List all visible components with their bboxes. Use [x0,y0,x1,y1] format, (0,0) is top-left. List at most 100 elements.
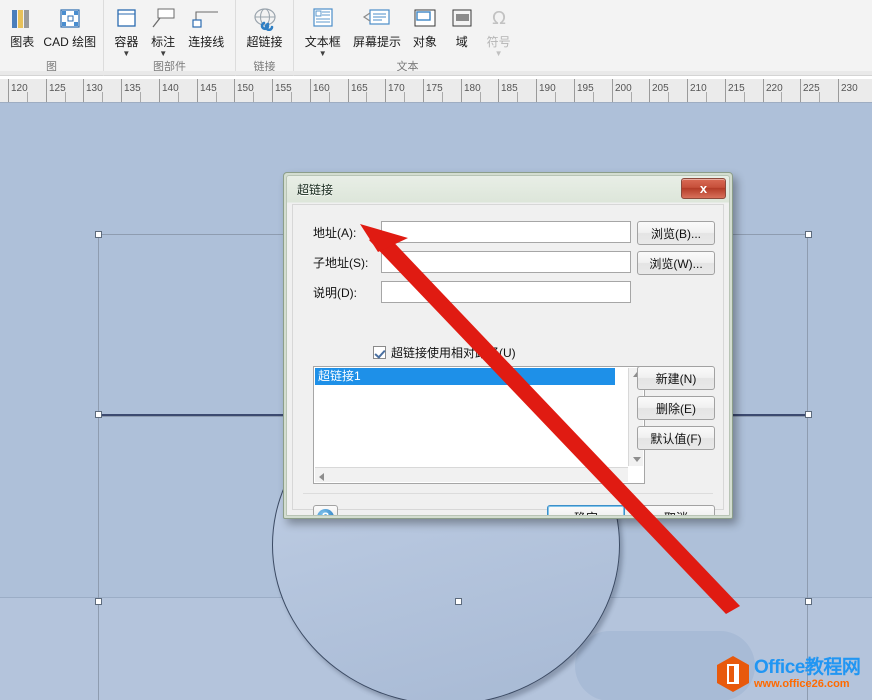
ruler-tick-minor [442,92,443,103]
ruler-tick-label: 140 [162,83,179,94]
ruler-tick-major [574,79,575,103]
hyperlink-dialog-frame: 超链接 x 地址(A): 子地址(S): 说明(D): [286,175,730,516]
dialog-body: 地址(A): 子地址(S): 说明(D): 浏览(B)... 浏览(W)... [292,204,724,510]
new-button[interactable]: 新建(N) [637,366,715,390]
selection-handle-w[interactable] [95,411,102,418]
ruler-tick-major [838,79,839,103]
ruler-tick-major [234,79,235,103]
ruler-tick-minor [517,92,518,103]
ribbon-button-callout[interactable]: 标注 ▼ [145,2,182,58]
ribbon-button-text-box[interactable]: 文本框 ▼ [298,2,348,58]
scroll-down-icon[interactable] [633,457,641,462]
ruler-tick-label: 150 [237,83,254,94]
description-input[interactable] [381,281,631,303]
ruler-tick-label: 210 [690,83,707,94]
ruler-tick-major [83,79,84,103]
address-row: 地址(A): [313,221,631,243]
ruler-tick-label: 145 [200,83,217,94]
ruler-tick-minor [291,92,292,103]
chevron-down-icon[interactable]: ▼ [319,50,327,58]
horizontal-ruler[interactable]: 1201251301351401451501551601651701751801… [0,79,872,103]
sub-address-row: 子地址(S): [313,251,631,273]
selection-handle-e[interactable] [805,411,812,418]
close-icon[interactable]: x [681,178,726,199]
ruler-tick-major [725,79,726,103]
ribbon-group-link: 超链接 链接 [235,0,293,76]
watermark: Office教程网 www.office26.com [716,654,864,694]
ruler-tick-label: 200 [615,83,632,94]
ruler-tick-label: 205 [652,83,669,94]
ruler-tick-major [46,79,47,103]
ribbon-label: 图表 [10,35,34,49]
ribbon-button-chart[interactable]: 图表 [4,2,41,49]
ribbon-button-symbol[interactable]: Ω 符号 ▼ [480,2,517,58]
selection-handle-nw[interactable] [95,231,102,238]
ruler-tick-major [159,79,160,103]
list-item[interactable]: 超链接1 [315,368,615,385]
ruler-tick-minor [668,92,669,103]
ribbon-group-chart: 图表 CAD 绘 [0,0,103,76]
checkbox-icon[interactable] [373,346,386,359]
ruler-tick-major [310,79,311,103]
ribbon-bottom-strip [0,71,872,75]
selection-handle-s[interactable] [455,598,462,605]
relative-path-checkbox-row[interactable]: 超链接使用相对路径(U) [373,344,516,361]
ribbon-button-container[interactable]: 容器 ▼ [108,2,145,58]
cancel-button[interactable]: 取消 [637,505,715,516]
text-box-icon [309,4,337,34]
ruler-tick-major [423,79,424,103]
help-button[interactable]: ? [313,505,338,516]
ruler-tick-label: 180 [464,83,481,94]
selection-handle-ne[interactable] [805,231,812,238]
chevron-down-icon[interactable]: ▼ [122,50,130,58]
selection-handle-sw[interactable] [95,598,102,605]
scroll-left-icon[interactable] [319,473,324,481]
sub-address-input[interactable] [381,251,631,273]
office-logo-icon [716,655,750,693]
ruler-tick-label: 125 [49,83,66,94]
ruler-tick-major [461,79,462,103]
watermark-text: Office教程网 www.office26.com [754,658,860,691]
ribbon-button-cad-drawing[interactable]: CAD 绘图 [41,2,99,49]
ruler-tick-major [121,79,122,103]
ribbon-button-connector[interactable]: 连接线 [182,2,231,49]
ribbon-button-object[interactable]: 对象 [407,2,444,49]
horizontal-scrollbar[interactable] [315,467,628,482]
ruler-tick-minor [253,92,254,103]
selection-handle-se[interactable] [805,598,812,605]
ribbon-label: 标注 [151,35,175,49]
ribbon-button-field[interactable]: 域 [443,2,480,49]
ribbon-label: 文本框 [305,35,341,49]
browse-b-button[interactable]: 浏览(B)... [637,221,715,245]
description-label: 说明(D): [313,284,381,301]
chevron-down-icon[interactable]: ▼ [495,50,503,58]
chevron-down-icon[interactable]: ▼ [159,50,167,58]
ruler-tick-label: 170 [388,83,405,94]
address-input[interactable] [381,221,631,243]
screen-tip-icon [361,4,393,34]
ruler-tick-major [272,79,273,103]
browse-w-button[interactable]: 浏览(W)... [637,251,715,275]
hyperlink-list[interactable]: 超链接1 [313,366,645,484]
ribbon-button-screen-tip[interactable]: 屏幕提示 [348,2,407,49]
ruler-tick-label: 215 [728,83,745,94]
delete-button[interactable]: 删除(E) [637,396,715,420]
ribbon-label: 域 [456,35,468,49]
ribbon-label: 符号 [487,35,511,49]
ruler-tick-minor [65,92,66,103]
ruler-tick-major [649,79,650,103]
ribbon-button-hyperlink[interactable]: 超链接 [240,2,289,49]
ruler-tick-label: 190 [539,83,556,94]
default-value-button[interactable]: 默认值(F) [637,426,715,450]
ruler-tick-major [536,79,537,103]
ruler-tick-minor [329,92,330,103]
hyperlink-globe-icon [250,4,280,34]
ruler-tick-minor [102,92,103,103]
ribbon-label: 对象 [413,35,437,49]
ruler-tick-label: 230 [841,83,858,94]
cad-drawing-icon [57,4,83,34]
container-icon [113,4,139,34]
ruler-tick-minor [404,92,405,103]
ok-button[interactable]: 确定 [547,505,625,516]
address-label: 地址(A): [313,224,381,241]
